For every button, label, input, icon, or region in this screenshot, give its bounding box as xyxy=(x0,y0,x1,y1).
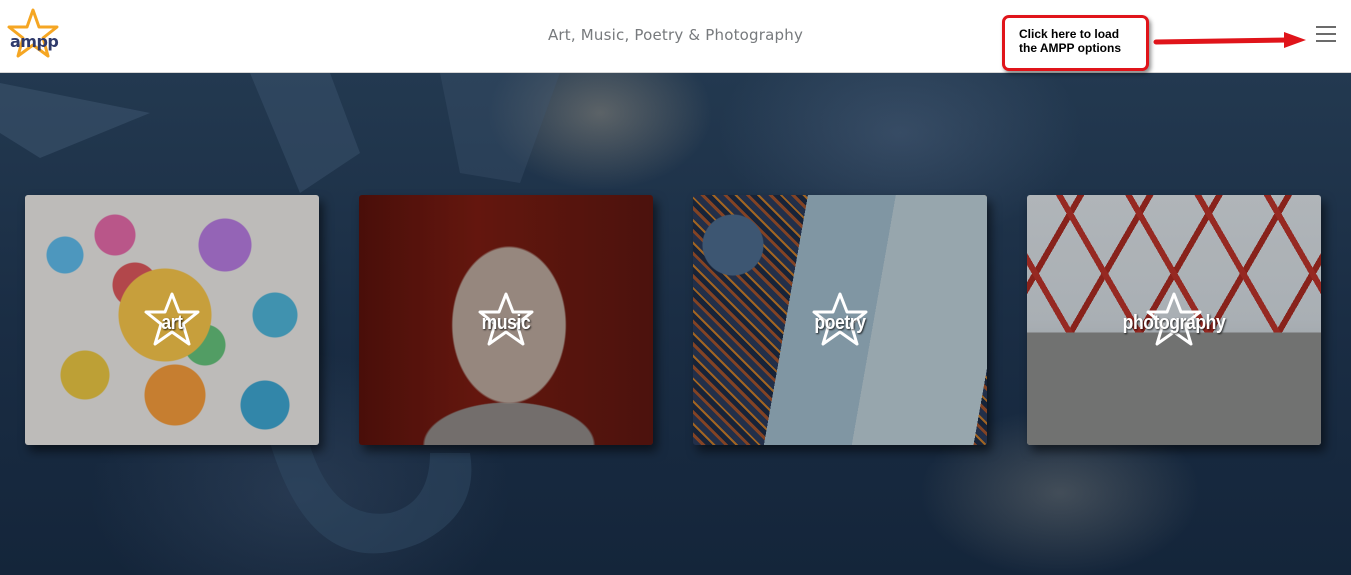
card-label-music: music xyxy=(481,312,531,334)
card-music[interactable]: music xyxy=(359,195,653,445)
hamburger-menu-icon[interactable] xyxy=(1316,26,1338,46)
card-poetry[interactable]: poetry xyxy=(693,195,987,445)
instruction-callout: Click here to load the AMPP options xyxy=(1002,15,1149,71)
card-label-art: art xyxy=(161,312,183,334)
card-label-poetry: poetry xyxy=(814,312,866,334)
card-art[interactable]: art xyxy=(25,195,319,445)
card-photography[interactable]: photography xyxy=(1027,195,1321,445)
arrow-right-icon xyxy=(1153,32,1306,48)
callout-text: Click here to load the AMPP options xyxy=(1019,27,1121,55)
card-label-photography: photography xyxy=(1122,312,1226,334)
